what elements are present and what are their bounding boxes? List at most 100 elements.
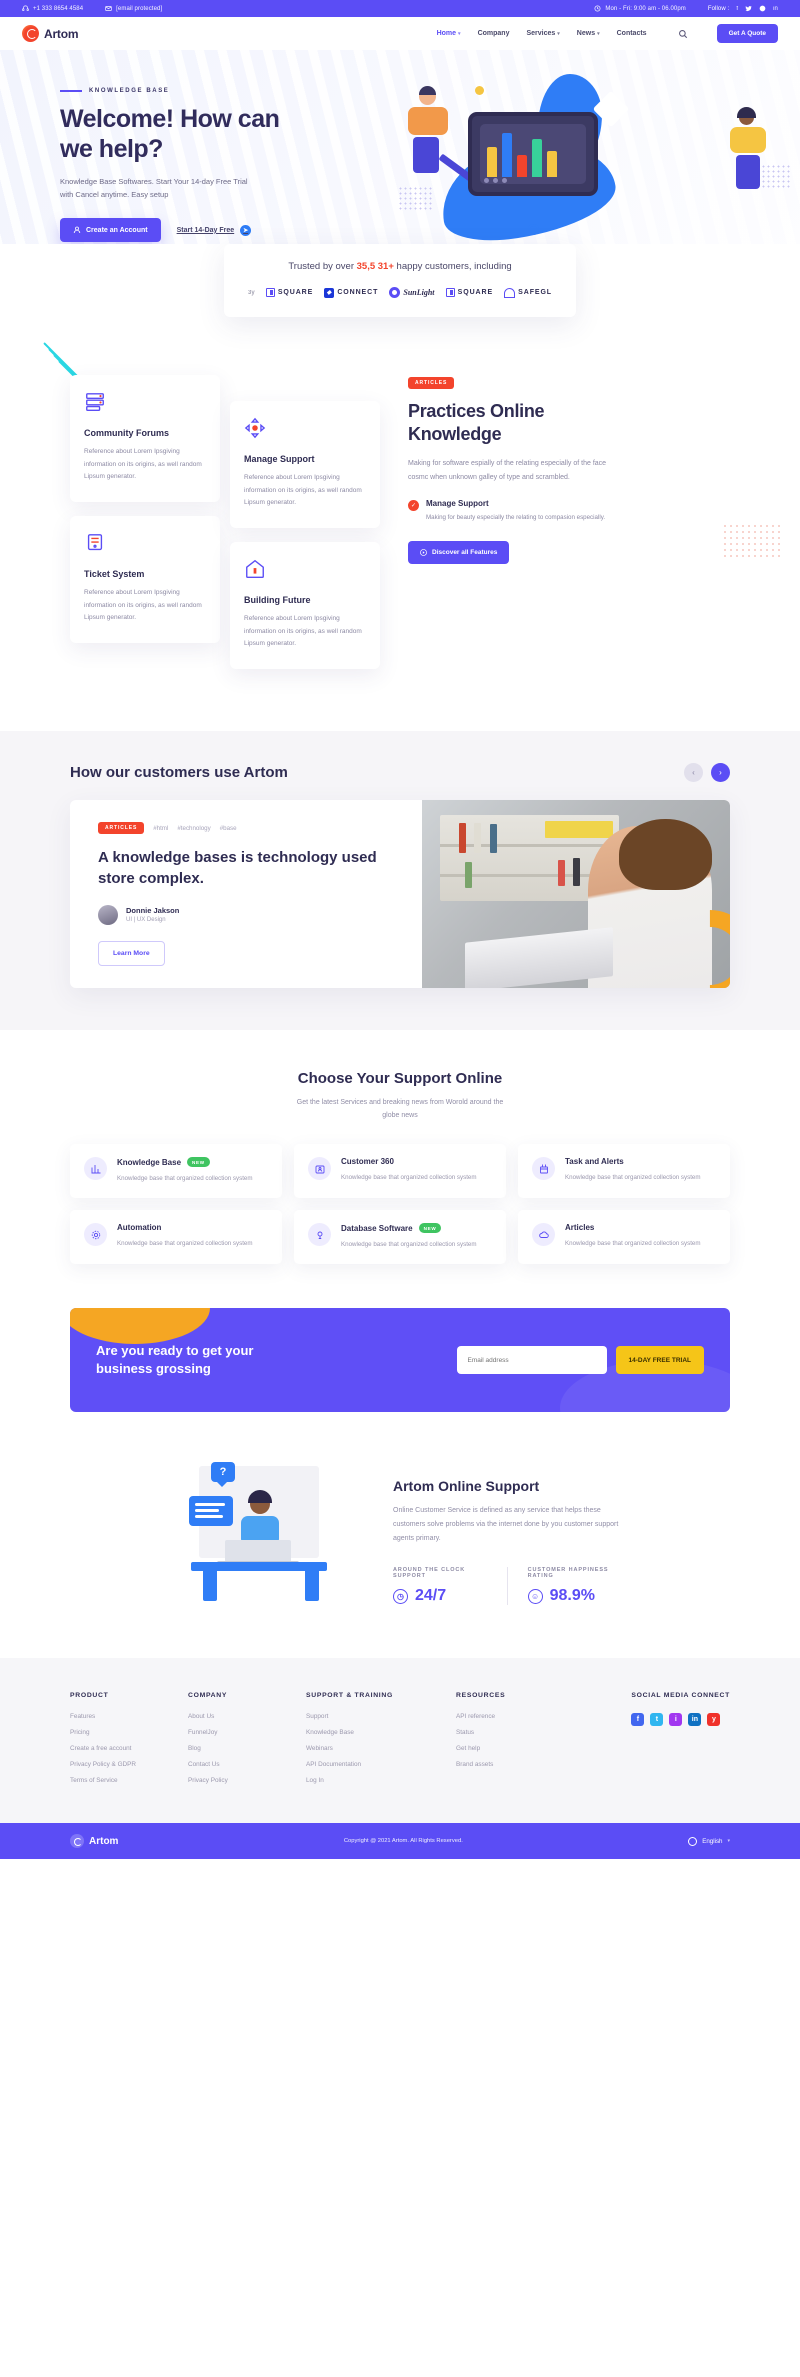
learn-more-button[interactable]: Learn More: [98, 940, 165, 966]
nav-label: Services: [526, 30, 556, 37]
yellow-dot: [475, 86, 484, 95]
hero-section: KNOWLEDGE BASE Welcome! How can we help?…: [0, 50, 800, 270]
footer-brand-name: Artom: [89, 1835, 119, 1847]
nav-item-services[interactable]: Services ▾: [526, 30, 559, 37]
footer-link[interactable]: API reference: [456, 1713, 574, 1720]
logo-square-2: SQUARE: [445, 288, 493, 297]
footer-link[interactable]: Get help: [456, 1745, 574, 1752]
feature-title: Ticket System: [84, 569, 145, 580]
stat-support: AROUND THE CLOCK SUPPORT ◷ 24/7: [393, 1567, 487, 1605]
email-item[interactable]: [email protected]: [105, 5, 162, 12]
logo-square-1: SQUARE: [265, 288, 313, 297]
twitter-icon[interactable]: t: [650, 1713, 664, 1727]
footer-link[interactable]: Brand assets: [456, 1761, 574, 1768]
carousel-prev-button[interactable]: ‹: [684, 763, 703, 783]
language-selector[interactable]: English ▾: [688, 1836, 730, 1846]
play-icon: [420, 548, 427, 556]
footer-link[interactable]: Contact Us: [188, 1761, 306, 1768]
hair-shape: [419, 86, 436, 95]
linkedin-icon[interactable]: in: [773, 6, 778, 12]
support-card-knowledge-base[interactable]: Knowledge Base NEW Knowledge base that o…: [70, 1144, 282, 1199]
stat-value: 24/7: [415, 1587, 447, 1605]
start-trial-link[interactable]: Start 14-Day Free ➤: [177, 224, 252, 236]
support-card-title: Customer 360: [341, 1157, 394, 1167]
feature-card-community-forums[interactable]: Community Forums Reference about Lorem I…: [70, 375, 220, 503]
gear-icon: [84, 1223, 107, 1247]
customers-heading: How our customers use Artom: [70, 764, 288, 782]
discover-features-button[interactable]: Discover all Features: [408, 540, 510, 564]
create-account-button[interactable]: Create an Account: [60, 218, 161, 243]
carousel-next-button[interactable]: ›: [711, 763, 730, 783]
person-left-illustration: [408, 86, 456, 176]
discover-features-label: Discover all Features: [432, 548, 498, 556]
laptop-shape: [217, 1540, 299, 1567]
support-subheading: Get the latest Services and breaking new…: [296, 1098, 504, 1119]
feature-card-ticket-system[interactable]: Ticket System Reference about Lorem Ipsg…: [70, 516, 220, 644]
feature-card-manage-support[interactable]: Manage Support Reference about Lorem Ips…: [230, 401, 380, 529]
brand-logo[interactable]: Artom: [22, 25, 79, 42]
footer-link[interactable]: Log In: [306, 1777, 456, 1784]
tag-base[interactable]: #base: [220, 825, 237, 832]
tag-technology[interactable]: #technology: [177, 825, 210, 832]
twitter-icon[interactable]: [745, 5, 752, 12]
support-card-task-and-alerts[interactable]: Task and Alerts Knowledge base that orga…: [518, 1144, 730, 1199]
support-card-text: Knowledge base that organized collection…: [565, 1174, 701, 1182]
footer-link[interactable]: Pricing: [70, 1729, 188, 1736]
nav-item-home[interactable]: Home ▾: [437, 30, 461, 37]
tasks-alerts-icon: [532, 1157, 555, 1181]
support-card-customer-360[interactable]: Customer 360 Knowledge base that organiz…: [294, 1144, 506, 1199]
footer-link[interactable]: Terms of Service: [70, 1777, 188, 1784]
instagram-icon[interactable]: i: [669, 1713, 683, 1727]
plant-shape: [465, 861, 473, 889]
email-input[interactable]: [456, 1346, 607, 1375]
facebook-icon[interactable]: f: [736, 6, 738, 12]
globe-icon: [688, 1836, 698, 1846]
footer-brand[interactable]: Artom: [70, 1834, 119, 1849]
footer-link[interactable]: Create a free account: [70, 1745, 188, 1752]
get-a-quote-button[interactable]: Get A Quote: [716, 24, 778, 43]
facebook-icon[interactable]: f: [631, 1713, 645, 1727]
search-icon[interactable]: [678, 29, 688, 39]
linkedin-icon[interactable]: in: [688, 1713, 702, 1727]
footer-link[interactable]: Blog: [188, 1745, 306, 1752]
new-badge: NEW: [418, 1223, 442, 1234]
desk-leg: [203, 1571, 217, 1602]
youtube-icon[interactable]: y: [707, 1713, 721, 1727]
support-card-title: Task and Alerts: [565, 1157, 624, 1167]
footer-link[interactable]: Features: [70, 1713, 188, 1720]
hero-content: KNOWLEDGE BASE Welcome! How can we help?…: [0, 50, 300, 243]
support-card-articles[interactable]: Articles Knowledge base that organized c…: [518, 1210, 730, 1265]
footer-link[interactable]: API Documentation: [306, 1761, 456, 1768]
nav-item-news[interactable]: News ▾: [577, 30, 600, 37]
footer-socials: f t i in y: [631, 1713, 730, 1727]
support-card-text: Knowledge base that organized collection…: [341, 1241, 477, 1249]
footer-link[interactable]: Knowledge Base: [306, 1729, 456, 1736]
support-card-database-software[interactable]: Database Software NEW Knowledge base tha…: [294, 1210, 506, 1265]
footer-link[interactable]: FunnelJoy: [188, 1729, 306, 1736]
hours-item: Mon - Fri: 9:00 am - 06.00pm: [594, 5, 686, 12]
feature-card-building-future[interactable]: Building Future Reference about Lorem Ip…: [230, 542, 380, 670]
footer-link[interactable]: Support: [306, 1713, 456, 1720]
testimonial-photo: [422, 800, 730, 988]
tag-html[interactable]: #html: [153, 825, 168, 832]
footer-link[interactable]: Status: [456, 1729, 574, 1736]
footer-link[interactable]: Webinars: [306, 1745, 456, 1752]
site-footer: PRODUCT Features Pricing Create a free a…: [0, 1658, 800, 1824]
footer-link[interactable]: Privacy Policy & GDPR: [70, 1761, 188, 1768]
footer-link[interactable]: About Us: [188, 1713, 306, 1720]
nav-item-contacts[interactable]: Contacts: [617, 30, 647, 37]
free-trial-button[interactable]: 14-DAY FREE TRIAL: [615, 1346, 704, 1375]
device-screen: [480, 124, 586, 184]
support-card-automation[interactable]: Automation Knowledge base that organized…: [70, 1210, 282, 1265]
footer-link[interactable]: Privacy Policy: [188, 1777, 306, 1784]
support-card-title: Knowledge Base: [117, 1157, 182, 1167]
chart-bar-icon: [84, 1157, 107, 1181]
cta-form: 14-DAY FREE TRIAL: [456, 1346, 704, 1375]
instagram-icon[interactable]: [759, 5, 766, 12]
trusted-card: Trusted by over 35,5 31+ happy customers…: [224, 244, 576, 317]
trusted-section: Trusted by over 35,5 31+ happy customers…: [0, 244, 800, 351]
phone-item[interactable]: +1 333 8654 4584: [22, 5, 83, 12]
chevron-down-icon: ▾: [557, 30, 560, 37]
nav-item-company[interactable]: Company: [478, 30, 510, 37]
testimonial-content: ARTICLES #html #technology #base A knowl…: [70, 800, 422, 988]
